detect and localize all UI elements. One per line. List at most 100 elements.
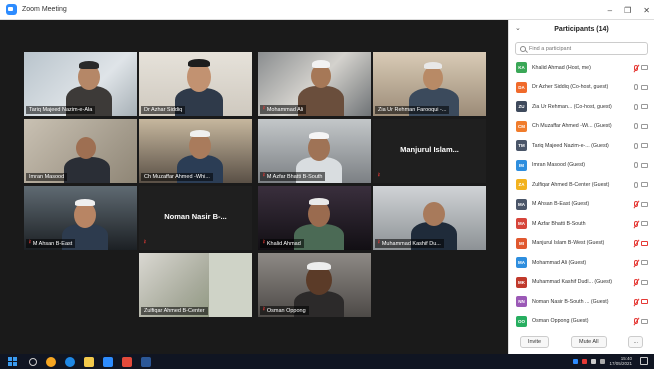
participant-name-label: 𝄽 M Azfar Bhatti B-South [260, 172, 326, 181]
participant-row[interactable]: MA M Ahsan B-East (Guest) [509, 195, 654, 215]
video-tile[interactable]: 𝄽 M Ahsan B-East [24, 186, 137, 250]
muted-mic-icon: 𝄽 [29, 240, 31, 246]
participant-display-name: Noman Nasir B-... [164, 212, 227, 221]
maximize-button[interactable]: ❐ [624, 6, 631, 15]
avatar: MA [516, 198, 527, 210]
video-tile[interactable]: 𝄽 Khalid Ahmad [258, 186, 371, 250]
search-icon[interactable] [29, 357, 37, 366]
participant-row[interactable]: DA Dr Azher Siddiq (Co-host, guest) [509, 78, 654, 98]
participant-name: Ch Muzaffar Ahmed -Wi... (Guest) [532, 123, 612, 130]
minimize-button[interactable]: – [608, 6, 612, 15]
camera-icon[interactable] [641, 221, 648, 227]
video-tile[interactable]: Zia Ur Rehman Farooqui -... [373, 52, 486, 116]
muted-mic-icon[interactable] [634, 240, 638, 247]
mute-all-button[interactable]: Mute All [570, 336, 607, 348]
windows-taskbar: 15:40 17/05/2021 [0, 354, 654, 369]
participant-row[interactable]: TM Tariq Majeed Nazim-e-... (Guest) [509, 136, 654, 156]
participant-row[interactable]: MK Muhammad Kashif Dudl... (Guest) [509, 273, 654, 293]
muted-mic-icon[interactable] [634, 220, 638, 227]
muted-mic-icon[interactable] [634, 279, 638, 286]
camera-icon[interactable] [641, 84, 648, 90]
video-tile[interactable]: Ch Muzaffar Ahmed -Whi... [139, 119, 252, 183]
participant-row[interactable]: MA Mohammad Ali (Guest) [509, 253, 654, 273]
camera-icon[interactable] [641, 123, 648, 129]
file-explorer-icon[interactable] [84, 356, 94, 367]
muted-mic-icon: 𝄽 [263, 106, 265, 112]
participant-row[interactable]: CM Ch Muzaffar Ahmed -Wi... (Guest) [509, 117, 654, 137]
muted-mic-icon: 𝄽 [263, 240, 265, 246]
mic-icon[interactable] [634, 103, 638, 110]
video-tile-active-speaker[interactable]: Dr Azhar Siddiq [139, 52, 252, 116]
mic-icon[interactable] [634, 142, 638, 149]
participant-name: M Azfar Bhatti B-South [532, 220, 586, 227]
close-button[interactable]: ✕ [643, 6, 650, 15]
mic-icon[interactable] [634, 181, 638, 188]
camera-icon[interactable] [641, 260, 648, 266]
participant-name-label: Imran Masood [26, 173, 68, 181]
system-tray: 15:40 17/05/2021 [573, 356, 632, 366]
windows-start-icon[interactable] [8, 357, 17, 366]
app-icon[interactable] [122, 356, 132, 367]
video-tile-no-video[interactable]: Noman Nasir B-... 𝄽 [139, 186, 252, 250]
zoom-taskbar-icon[interactable] [103, 356, 113, 367]
zoom-window: Zoom Meeting Tariq Majeed Nazim-e-Ala Dr… [0, 0, 654, 369]
camera-icon[interactable] [641, 201, 648, 207]
clock[interactable]: 15:40 17/05/2021 [609, 356, 632, 366]
invite-button[interactable]: Invite [519, 336, 550, 348]
camera-icon[interactable] [641, 162, 648, 168]
participant-row[interactable]: KA Khalid Ahmad (Host, me) [509, 58, 654, 78]
participant-row[interactable]: NN Noman Nasir B-South ... (Guest) [509, 292, 654, 312]
camera-icon[interactable] [641, 104, 648, 110]
search-input[interactable] [529, 45, 639, 52]
video-tile[interactable]: Zulfiqar Ahmed B-Center [139, 253, 252, 317]
participant-row[interactable]: OO Osman Oppong (Guest) [509, 312, 654, 332]
participant-name: Tariq Majeed Nazim-e-... (Guest) [532, 142, 609, 149]
network-icon[interactable] [591, 358, 597, 364]
camera-off-icon[interactable] [641, 240, 648, 246]
notification-icon[interactable] [640, 357, 648, 365]
camera-icon[interactable] [641, 318, 648, 324]
muted-mic-icon[interactable] [634, 201, 638, 208]
participants-title: Participants (14) [554, 25, 609, 33]
video-tile[interactable]: 𝄽 Osman Oppong [258, 253, 371, 317]
camera-icon[interactable] [641, 65, 648, 71]
participant-name-label: 𝄽 Muhammad Kashif Du... [375, 239, 444, 248]
edge-icon[interactable] [65, 356, 75, 367]
camera-off-icon[interactable] [641, 299, 648, 305]
volume-icon[interactable] [600, 358, 606, 364]
chrome-icon[interactable] [46, 356, 56, 367]
mic-icon[interactable] [634, 84, 638, 91]
video-tile[interactable]: Tariq Majeed Nazim-e-Ala [24, 52, 137, 116]
participant-list: KA Khalid Ahmad (Host, me) DA Dr Azher S… [509, 58, 654, 331]
participant-row[interactable]: ZU Zia Ur Rehman... (Co-host, guest) [509, 97, 654, 117]
muted-mic-icon[interactable] [634, 64, 638, 71]
camera-icon[interactable] [641, 279, 648, 285]
participant-row[interactable]: MI Manjurul Islam B-West (Guest) [509, 234, 654, 254]
muted-mic-icon[interactable] [634, 318, 638, 325]
camera-icon[interactable] [641, 143, 648, 149]
tray-icon[interactable] [582, 358, 588, 364]
participant-name: Zulfiqar Ahmed B-Center (Guest) [532, 181, 610, 188]
muted-mic-icon[interactable] [634, 298, 638, 305]
video-tile[interactable]: 𝄽 Muhammad Kashif Du... [373, 186, 486, 250]
mic-icon[interactable] [634, 123, 638, 130]
participant-row[interactable]: IM Imran Masood (Guest) [509, 156, 654, 176]
chevron-down-icon[interactable]: ⌄ [515, 24, 521, 32]
mic-icon[interactable] [634, 162, 638, 169]
word-icon[interactable] [141, 356, 151, 367]
participant-row[interactable]: ZA Zulfiqar Ahmed B-Center (Guest) [509, 175, 654, 195]
video-tile[interactable]: 𝄽 M Azfar Bhatti B-South [258, 119, 371, 183]
video-tile-no-video[interactable]: Manjurul Islam... 𝄽 [373, 119, 486, 183]
video-tile[interactable]: 𝄽 Mohammad Ali [258, 52, 371, 116]
muted-mic-icon: 𝄽 [263, 307, 265, 313]
participant-search[interactable] [515, 42, 648, 55]
participant-name-label: 𝄽 Osman Oppong [260, 306, 309, 315]
more-options-button[interactable]: ... [628, 336, 644, 348]
muted-mic-icon[interactable] [634, 259, 638, 266]
participant-row[interactable]: MA M Azfar Bhatti B-South [509, 214, 654, 234]
participant-name-label: Ch Muzaffar Ahmed -Whi... [141, 173, 213, 181]
muted-mic-icon: 𝄽 [263, 173, 265, 179]
video-tile[interactable]: Imran Masood [24, 119, 137, 183]
zoom-tray-icon[interactable] [573, 358, 579, 364]
camera-icon[interactable] [641, 182, 648, 188]
